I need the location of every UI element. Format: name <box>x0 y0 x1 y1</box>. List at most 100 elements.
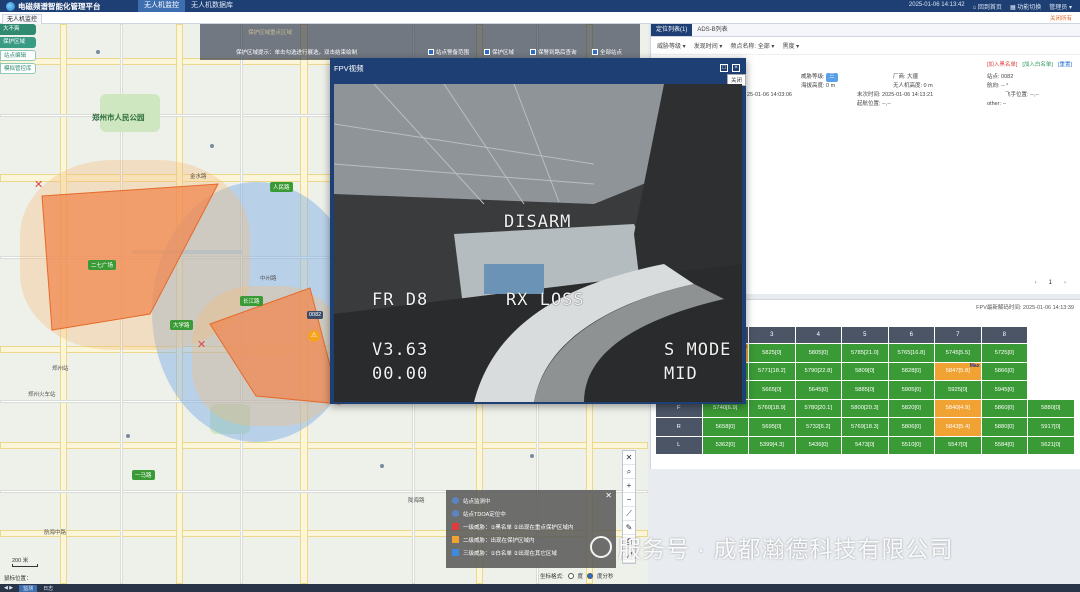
decode-cell[interactable]: 5945[0] <box>980 380 1028 400</box>
decode-cell[interactable]: 5843[5.4] <box>934 417 982 437</box>
checkbox-query[interactable]: 保警到路后查询 <box>530 48 577 56</box>
maximize-icon[interactable]: □ <box>720 64 728 72</box>
fpv-titlebar[interactable]: FPV视频 □ × <box>330 58 746 78</box>
decode-cell[interactable]: 5399[4.3] <box>748 435 796 455</box>
next-page-icon[interactable]: › <box>1064 280 1066 286</box>
side-button-sim-library[interactable]: 模拟管控库 <box>0 63 36 74</box>
legend-close-icon[interactable]: ✕ <box>605 491 612 500</box>
decode-cell[interactable]: 5925[0] <box>934 380 982 400</box>
close-zone-icon[interactable]: ✕ <box>34 180 43 191</box>
map-label-daxue: 大学路 <box>170 320 193 330</box>
decode-cell[interactable]: 5760[18.9] <box>748 398 796 418</box>
decode-cell[interactable]: 5362[0] <box>701 435 749 455</box>
decode-cell[interactable]: 5885[0] <box>841 380 889 400</box>
home-link[interactable]: ⌂ 回到首页 <box>973 2 1002 11</box>
decode-cell[interactable]: 5769[18.3] <box>841 417 889 437</box>
decode-cell[interactable]: 5800[20.3] <box>841 398 889 418</box>
decode-cell[interactable]: 5806[0] <box>887 417 935 437</box>
ruler-icon[interactable]: ⟋ <box>623 507 635 521</box>
decode-cell[interactable]: 5905[0] <box>887 380 935 400</box>
decode-cell[interactable]: 5785[21.0] <box>841 343 889 363</box>
decode-cell[interactable]: 5880[0] <box>980 417 1028 437</box>
decode-row-label: R <box>655 417 703 437</box>
prev-page-icon[interactable]: ‹ <box>1035 280 1037 286</box>
threat-zone-1 <box>41 183 219 331</box>
decode-cell[interactable]: 5665[0] <box>748 380 796 400</box>
zoom-out-icon[interactable]: − <box>623 493 635 507</box>
decode-cell[interactable]: 5771[18.2] <box>748 361 796 381</box>
fpv-window: FPV视频 □ × 关闭 DISARM FR D8 RX LOSS V3.63 … <box>330 58 746 404</box>
side-button-station-edit[interactable]: 站点编辑 <box>0 50 36 61</box>
osd-disarm: DISARM <box>504 212 572 232</box>
decode-cell[interactable]: 5547[0] <box>934 435 982 455</box>
status-tab-log[interactable]: 日志 <box>43 585 53 592</box>
switch-link[interactable]: ▦ 功能切换 <box>1010 2 1041 11</box>
decode-cell[interactable]: 5847[5.8] Max <box>934 361 982 381</box>
decode-cell[interactable]: 5828[0] <box>887 361 935 381</box>
decode-cell[interactable]: 5621[0] <box>1027 435 1075 455</box>
filter-time[interactable]: 发现时间 ▾ <box>694 41 723 50</box>
decode-cell[interactable]: 5820[0] <box>887 398 935 418</box>
top-right: 2025-01-06 14:13:42 ⌂ 回到首页 ▦ 功能切换 管理员 ▾ <box>909 2 1080 11</box>
filter-freq[interactable]: 频点名称: 全部 ▾ <box>730 41 774 50</box>
decode-cell[interactable]: 5809[0] <box>841 361 889 381</box>
tab-location-list[interactable]: 定位列表(1) <box>651 24 693 36</box>
decode-cell[interactable]: 5436[0] <box>794 435 842 455</box>
flyer-position: 飞手位置: --,-- <box>1005 92 1039 98</box>
tab-adsb-list[interactable]: ADS-B列表 <box>692 24 732 36</box>
measure-icon[interactable]: ✕ <box>623 451 635 465</box>
map-label-renmin: 人民路 <box>270 182 293 192</box>
filter-row: 威胁等级 ▾ 发现时间 ▾ 频点名称: 全部 ▾ 黑度 ▾ <box>651 37 1080 55</box>
nav-drone-monitor[interactable]: 无人机监控 <box>138 0 185 12</box>
decode-cell[interactable]: 5917[0] <box>1027 417 1075 437</box>
nav-drone-database[interactable]: 无人机数据库 <box>185 0 239 12</box>
close-all-button[interactable]: 关闭所有 <box>1050 14 1072 22</box>
decode-cell[interactable]: 5840[4.9] <box>934 398 982 418</box>
decode-cell[interactable]: 5866[0] <box>980 361 1028 381</box>
decode-cell[interactable]: 5860[0] <box>980 398 1028 418</box>
osd-version: V3.63 <box>372 340 429 360</box>
decode-cell[interactable]: 5825[0] <box>748 343 796 363</box>
decode-cell[interactable]: 5880[0] <box>1027 398 1075 418</box>
filter-threat[interactable]: 威胁等级 ▾ <box>657 41 686 50</box>
map-label-rail2: 郑州火车站 <box>28 392 56 398</box>
filter-black[interactable]: 黑度 ▾ <box>782 41 799 50</box>
osd-smode: S MODE <box>664 340 732 360</box>
page-tab[interactable]: 无人机监控 <box>2 14 43 24</box>
checkbox-all-stations[interactable]: 全部站点 <box>592 48 622 56</box>
decode-cell[interactable]: 5510[0] <box>887 435 935 455</box>
osd-mid: MID <box>664 364 698 384</box>
close-icon[interactable]: × <box>732 64 740 72</box>
user-menu[interactable]: 管理员 ▾ <box>1049 2 1072 11</box>
coord-radio-dms[interactable] <box>587 573 594 579</box>
add-blacklist-link[interactable]: [加入黑名单] <box>987 60 1018 68</box>
decode-column-header: 8 <box>980 326 1028 344</box>
side-button-top[interactable]: 大不爽 <box>0 24 36 35</box>
decode-cell[interactable]: 5805[0] <box>794 343 842 363</box>
status-tab-monitor[interactable]: 监测 <box>19 584 38 592</box>
checkbox-station-range[interactable]: 站点警备范围 <box>428 48 469 56</box>
status-arrows-icon[interactable]: ◀ ▶ <box>4 585 13 591</box>
decode-cell[interactable]: 5695[0] <box>748 417 796 437</box>
current-page[interactable]: 1 <box>1049 280 1052 286</box>
decode-cell[interactable]: 5790[22.8] <box>794 361 842 381</box>
decode-cell[interactable]: 5473[0] <box>841 435 889 455</box>
station-radar-icon[interactable]: ⚠ <box>308 330 320 342</box>
decode-column-header: 3 <box>748 326 796 344</box>
decode-cell[interactable]: 5584[0] <box>980 435 1028 455</box>
decode-cell[interactable]: 5658[0] <box>701 417 749 437</box>
decode-cell[interactable]: 5725[0] <box>980 343 1028 363</box>
coord-radio-degree[interactable] <box>567 573 574 579</box>
reset-link[interactable]: [重置] <box>1058 60 1072 68</box>
decode-cell[interactable]: 5780[20.1] <box>794 398 842 418</box>
search-icon[interactable]: ⌕ <box>623 465 635 479</box>
decode-cell[interactable]: 5745[5.5] <box>934 343 982 363</box>
decode-cell[interactable]: 5732[6.2] <box>794 417 842 437</box>
checkbox-protect-area[interactable]: 保护区域 <box>484 48 514 56</box>
side-button-protect-area[interactable]: 保护区域 <box>0 37 36 48</box>
zoom-in-icon[interactable]: + <box>623 479 635 493</box>
add-whitelist-link[interactable]: [加入白名单] <box>1022 60 1053 68</box>
decode-cell[interactable]: 5765[16.8] <box>887 343 935 363</box>
decode-cell[interactable]: 5645[0] <box>794 380 842 400</box>
close-zone-icon[interactable]: ✕ <box>197 340 206 351</box>
